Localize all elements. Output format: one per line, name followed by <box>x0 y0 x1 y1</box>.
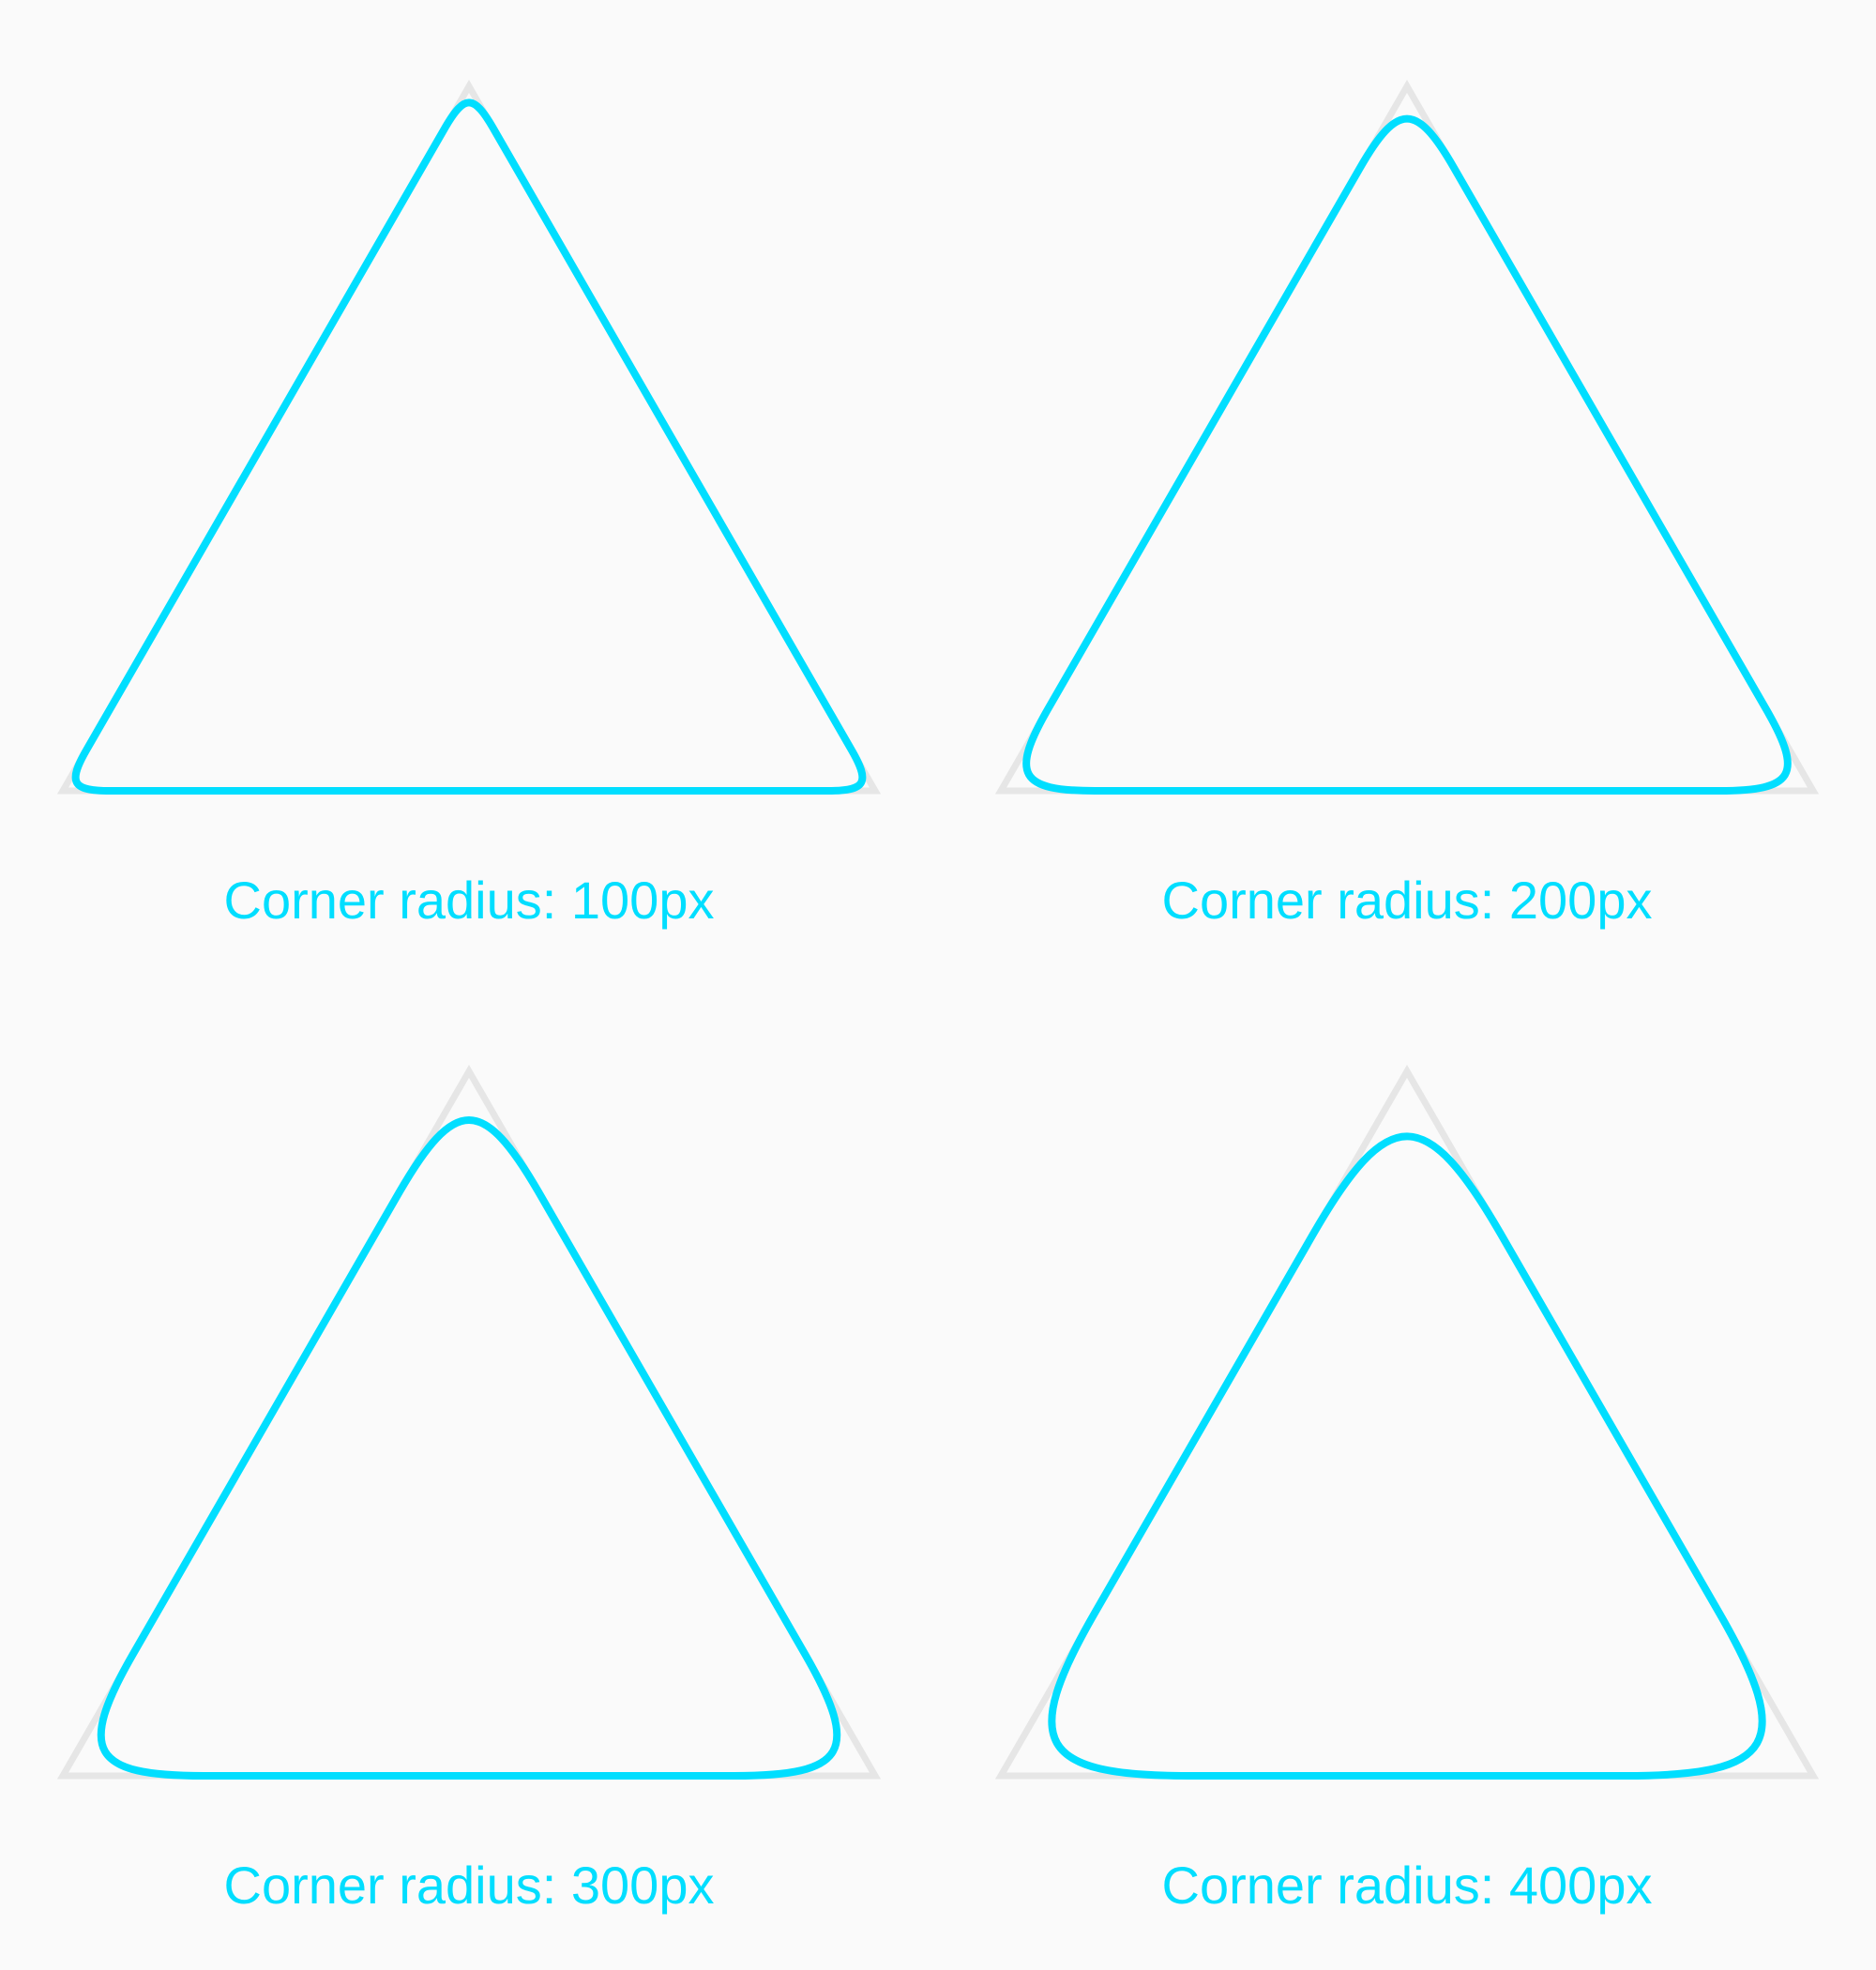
panel-1-shapes <box>56 79 882 795</box>
panel-2-caption: Corner radius: 200px <box>1161 871 1653 930</box>
figure: Corner radius: 100px Corner radius: 200p… <box>0 0 1876 1970</box>
panel-2-shapes <box>994 79 1820 795</box>
reference-triangle <box>994 1064 1820 1780</box>
figure-canvas <box>56 79 1820 1780</box>
reference-triangle <box>56 1064 882 1780</box>
rounded-triangle <box>71 98 867 795</box>
panel-4-caption: Corner radius: 400px <box>1161 1856 1653 1915</box>
panel-3-caption: Corner radius: 300px <box>223 1856 715 1915</box>
panel-4-shapes <box>994 1064 1820 1780</box>
rounded-triangle <box>97 1116 841 1780</box>
rounded-triangle <box>1022 114 1792 795</box>
reference-triangle <box>56 79 882 795</box>
reference-triangle <box>994 79 1820 795</box>
panel-1-caption: Corner radius: 100px <box>223 871 715 930</box>
rounded-triangle <box>1048 1132 1766 1780</box>
panel-3-shapes <box>56 1064 882 1780</box>
